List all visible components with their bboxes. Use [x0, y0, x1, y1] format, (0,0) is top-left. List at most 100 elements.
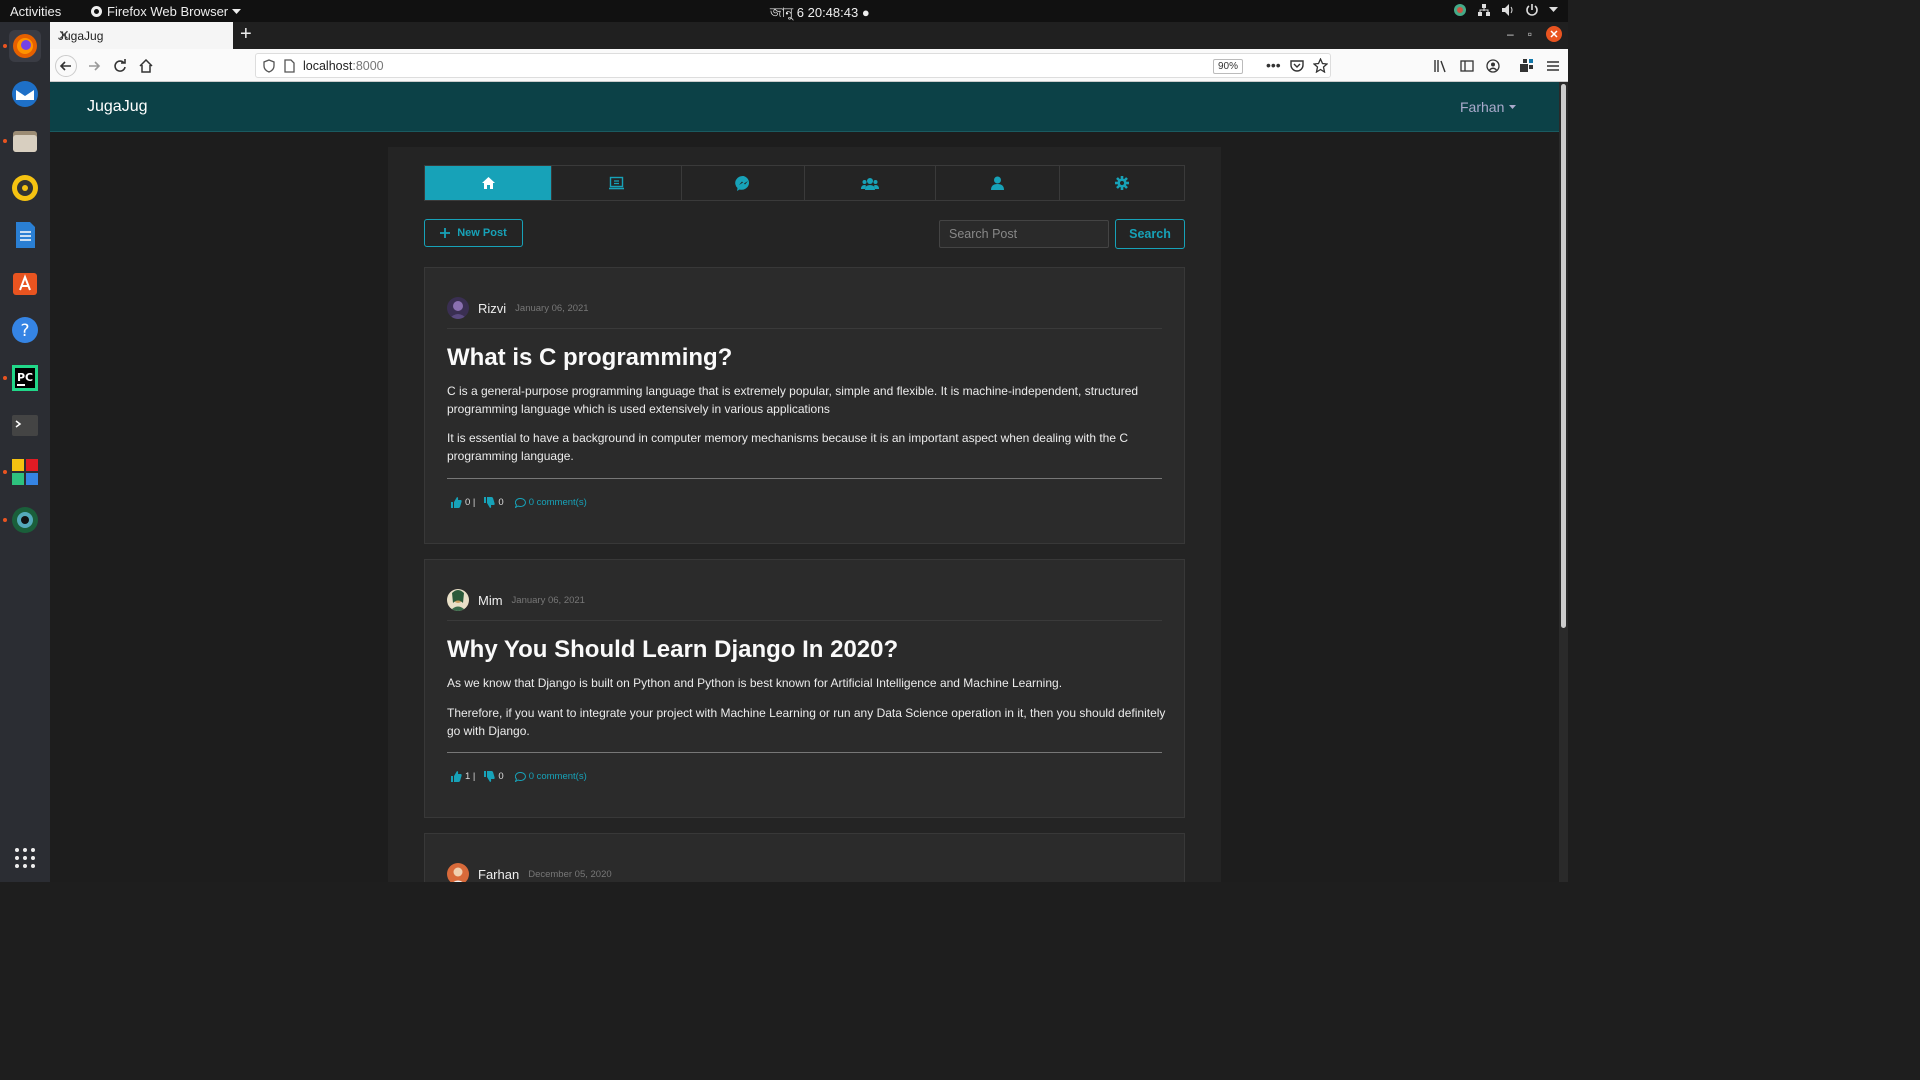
post-paragraph: As we know that Django is built on Pytho… — [447, 676, 1063, 690]
comments-link[interactable]: 0 comment(s) — [514, 497, 587, 508]
menu-icon[interactable] — [1546, 59, 1560, 73]
home-button-icon[interactable] — [135, 55, 157, 77]
volume-icon[interactable] — [1501, 3, 1515, 17]
dock-pycharm-icon[interactable]: PC — [9, 362, 41, 394]
thumbs-down-icon[interactable] — [484, 771, 496, 782]
dock-thunderbird-icon[interactable] — [9, 78, 41, 110]
comments-count: 0 comment(s) — [528, 771, 587, 782]
search-input[interactable] — [939, 220, 1109, 248]
system-top-bar: Activities Firefox Web Browser জানু 6 20… — [0, 0, 1568, 22]
dock-running-dot — [3, 518, 7, 522]
post-paragraph: It is essential to have a background in … — [447, 431, 1129, 463]
reload-icon[interactable] — [109, 55, 131, 77]
minimize-icon[interactable]: – — [1507, 27, 1514, 41]
dock-firefox-icon[interactable] — [9, 30, 41, 62]
url-host: localhost — [303, 59, 353, 73]
dock-files-icon[interactable] — [9, 125, 41, 157]
tab-friends[interactable] — [805, 166, 936, 200]
forward-icon[interactable] — [83, 55, 105, 77]
show-applications-icon[interactable] — [9, 842, 41, 874]
post-header: Rizvi January 06, 2021 — [447, 297, 589, 319]
content-panel: New Post Search Rizvi January 06, 2021 W… — [388, 147, 1221, 882]
post-author[interactable]: Rizvi — [478, 301, 506, 316]
new-post-button[interactable]: New Post — [424, 219, 523, 247]
post-date: January 06, 2021 — [515, 302, 589, 314]
account-icon[interactable] — [1486, 59, 1500, 73]
app-name: Firefox Web Browser — [107, 4, 229, 19]
svg-text:?: ? — [20, 321, 29, 341]
window-close-icon[interactable] — [1546, 26, 1562, 42]
user-menu[interactable]: Farhan — [1460, 99, 1517, 115]
comment-icon — [514, 771, 526, 782]
post-author[interactable]: Mim — [478, 593, 503, 608]
dock-running-dot — [3, 376, 7, 380]
dock-running-dot — [3, 44, 7, 48]
scrollbar-thumb[interactable] — [1561, 84, 1566, 628]
dock-help-icon[interactable]: ? — [9, 314, 41, 346]
thumbs-down-icon[interactable] — [484, 497, 496, 508]
settings-icon — [1115, 176, 1129, 190]
svg-text:PC: PC — [17, 371, 33, 384]
page-info-icon[interactable] — [283, 59, 295, 73]
comment-icon — [514, 497, 526, 508]
dock-running-dot — [3, 139, 7, 143]
new-tab-icon[interactable]: + — [240, 23, 252, 46]
tray-chevron-icon[interactable] — [1549, 7, 1558, 13]
thumbs-up-icon[interactable] — [451, 497, 462, 508]
avatar[interactable] — [447, 863, 469, 882]
tab-feed[interactable] — [552, 166, 682, 200]
thumbs-up-icon[interactable] — [451, 771, 462, 782]
search-button[interactable]: Search — [1115, 219, 1185, 249]
tab-messages[interactable] — [682, 166, 805, 200]
dock-software-icon[interactable] — [9, 266, 41, 298]
dock-rhythmbox-icon[interactable] — [9, 172, 41, 204]
page-actions-icon[interactable]: ••• — [1266, 57, 1281, 73]
dock-writer-icon[interactable] — [9, 219, 41, 251]
page-scrollbar[interactable] — [1559, 82, 1568, 882]
pocket-icon[interactable] — [1290, 59, 1304, 73]
activities-button[interactable]: Activities — [10, 4, 61, 19]
new-post-label: New Post — [457, 227, 507, 239]
color-picker-icon[interactable] — [1453, 3, 1467, 17]
app-menu[interactable]: Firefox Web Browser — [90, 4, 242, 19]
post-title[interactable]: Why You Should Learn Django In 2020? — [447, 636, 898, 664]
site-brand[interactable]: JugaJug — [87, 98, 148, 116]
back-icon[interactable] — [55, 55, 77, 77]
extensions-icon[interactable] — [1519, 58, 1534, 73]
shield-icon[interactable] — [263, 59, 275, 73]
dock-app-icon[interactable] — [9, 456, 41, 488]
tab-home[interactable] — [425, 166, 552, 200]
divider — [447, 328, 1162, 329]
post-paragraph: Therefore, if you want to integrate your… — [447, 706, 1166, 738]
maximize-icon[interactable]: ▫ — [1528, 27, 1532, 41]
avatar[interactable] — [447, 297, 469, 319]
close-tab-icon[interactable]: ✕ — [58, 27, 225, 44]
tab-settings[interactable] — [1060, 166, 1184, 200]
messenger-icon — [734, 175, 749, 191]
sidebar-icon[interactable] — [1460, 59, 1474, 73]
browser-tab-bar: JugaJug ✕ + – ▫ — [50, 22, 1568, 49]
url-bar[interactable]: localhost:8000 90% ••• — [255, 53, 1331, 78]
comments-link[interactable]: 0 comment(s) — [514, 771, 587, 782]
dock-running-dot — [3, 470, 7, 474]
feed-icon — [609, 176, 624, 190]
post-title[interactable]: What is C programming? — [447, 344, 732, 372]
dock-webcam-icon[interactable] — [9, 504, 41, 536]
power-icon[interactable] — [1525, 3, 1539, 17]
post-author[interactable]: Farhan — [478, 867, 519, 882]
like-count: 1 | — [465, 771, 476, 782]
dock-terminal-icon[interactable] — [9, 409, 41, 441]
user-name: Farhan — [1460, 99, 1505, 115]
avatar[interactable] — [447, 589, 469, 611]
site-nav-tabs — [424, 165, 1185, 201]
post-date: January 06, 2021 — [511, 594, 585, 606]
tab-profile[interactable] — [936, 166, 1060, 200]
bookmark-star-icon[interactable] — [1313, 58, 1328, 73]
zoom-indicator[interactable]: 90% — [1213, 59, 1244, 74]
system-tray[interactable] — [1453, 3, 1558, 17]
post-card: Rizvi January 06, 2021 What is C program… — [424, 267, 1185, 544]
network-icon[interactable] — [1477, 3, 1491, 17]
comments-count: 0 comment(s) — [528, 497, 587, 508]
library-icon[interactable] — [1433, 59, 1447, 73]
browser-tab[interactable]: JugaJug ✕ — [50, 22, 233, 49]
